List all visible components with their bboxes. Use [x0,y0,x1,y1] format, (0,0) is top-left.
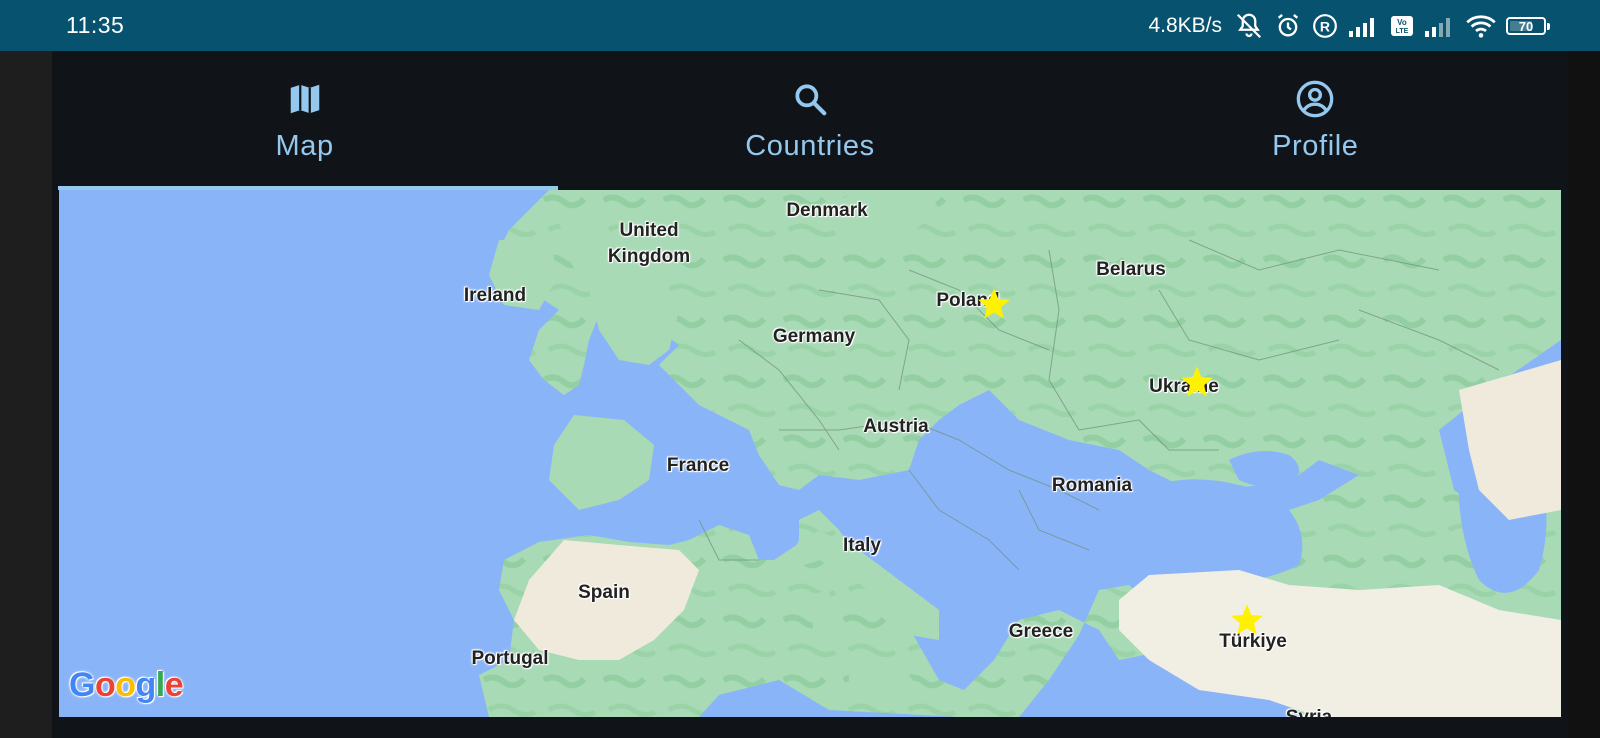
signal-icon [1348,14,1380,38]
map-land [59,190,1561,717]
europe-map[interactable]: United Kingdom Ireland Denmark Belarus P… [59,190,1561,717]
tab-profile-label: Profile [1272,130,1359,162]
label-romania: Romania [1051,475,1133,496]
left-edge [0,51,52,738]
account-circle-icon [1295,79,1335,119]
map-icon [286,79,324,119]
visited-star-poland[interactable] [976,286,1012,322]
bottom-bar [52,717,1568,738]
tab-countries[interactable]: Countries [557,51,1062,186]
app-window: Map Countries Profile United Kingdom Ire… [52,51,1568,738]
google-attribution-logo[interactable]: Google [69,666,184,705]
label-syria: Syria [1286,705,1332,717]
label-italy: Italy [842,535,882,556]
label-belarus: Belarus [1096,259,1166,280]
tab-countries-label: Countries [745,130,875,162]
label-ireland: Ireland [463,285,527,306]
tab-bar: Map Countries Profile [52,51,1568,186]
visited-star-ukraine[interactable] [1179,364,1215,400]
wifi-icon [1466,13,1496,39]
svg-text:Vo: Vo [1397,18,1407,27]
label-portugal: Portugal [471,648,549,669]
volte-icon: Vo LTE [1390,14,1414,38]
right-edge [1568,51,1600,738]
battery-icon: 70 [1506,17,1550,35]
mute-notifications-icon [1234,11,1264,41]
tab-map[interactable]: Map [52,51,557,186]
net-speed: 4.8KB/s [1148,14,1222,37]
label-united-kingdom: United Kingdom [607,220,691,267]
svg-text:R: R [1320,18,1330,34]
search-icon [791,79,829,119]
tab-map-label: Map [275,130,334,162]
label-greece: Greece [1008,621,1074,642]
status-bar: 11:35 4.8KB/s R Vo LTE 70 [0,0,1600,51]
status-icons: 4.8KB/s R Vo LTE 70 [1148,8,1550,44]
svg-text:LTE: LTE [1396,28,1409,35]
status-time: 11:35 [66,12,125,38]
registered-icon: R [1312,13,1338,39]
label-spain: Spain [578,582,630,603]
alarm-icon [1274,12,1302,40]
label-germany: Germany [772,326,856,347]
visited-star-turkiye[interactable] [1229,602,1265,638]
tab-profile[interactable]: Profile [1063,51,1568,186]
label-france: France [666,455,730,476]
signal-icon [1424,14,1456,38]
battery-level: 70 [1518,18,1534,34]
label-austria: Austria [863,416,929,437]
label-denmark: Denmark [786,200,868,221]
